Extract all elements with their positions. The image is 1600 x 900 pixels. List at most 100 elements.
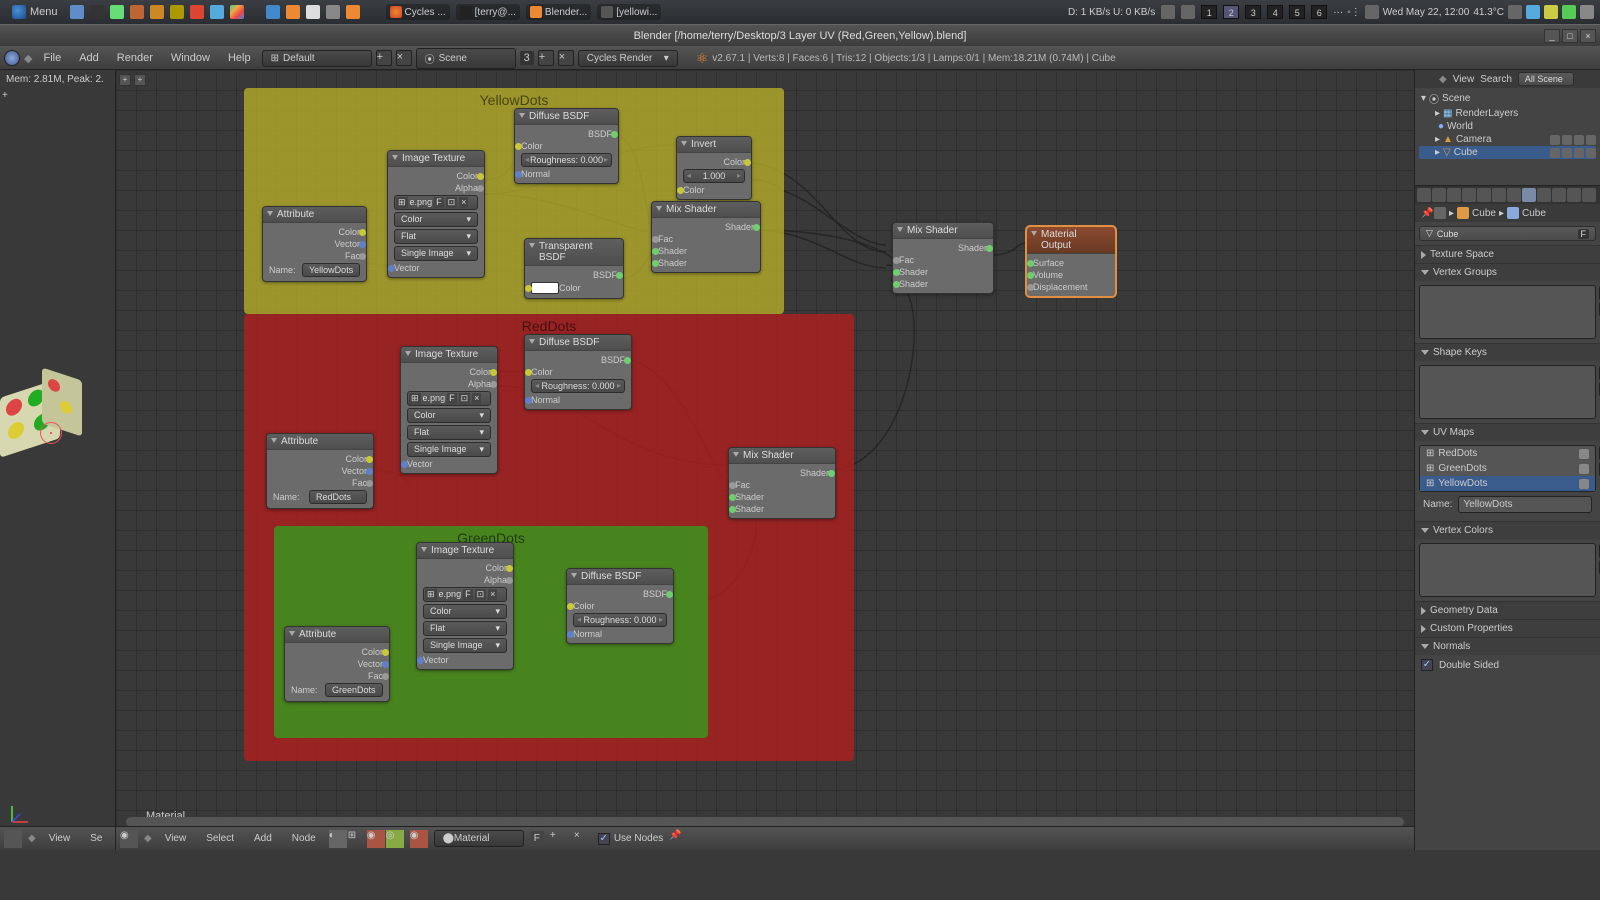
layout-remove[interactable]: ×	[396, 50, 412, 66]
tray-r1[interactable]	[1508, 5, 1522, 19]
workspace-6[interactable]: 6	[1311, 5, 1327, 19]
tray-hw-1[interactable]	[1161, 5, 1175, 19]
3d-viewport[interactable]: Mem: 2.81M, Peak: 2. + (1) Cube	[0, 70, 116, 850]
use-nodes-check[interactable]: ✓Use Nodes	[598, 833, 663, 845]
node-attribute-green[interactable]: Attribute Color Vector Fac Name:GreenDot…	[284, 626, 390, 702]
shape-keys-list[interactable]: +−	[1419, 365, 1596, 419]
tab-object[interactable]	[1477, 188, 1491, 202]
app-icon-5[interactable]	[190, 5, 204, 19]
workspace-4[interactable]: 4	[1267, 5, 1283, 19]
section-texture-space[interactable]: Texture Space	[1415, 246, 1600, 263]
tab-material[interactable]	[1537, 188, 1551, 202]
tab-particles[interactable]	[1567, 188, 1581, 202]
workspace-1[interactable]: 1	[1201, 5, 1217, 19]
crumb-object[interactable]: Cube	[1472, 208, 1496, 219]
pin-icon[interactable]: 📌	[1421, 208, 1431, 218]
roughness-green[interactable]: ◂Roughness: 0.000▸	[573, 613, 667, 627]
app-icon-4[interactable]	[170, 5, 184, 19]
vertex-colors-list[interactable]: +−	[1419, 543, 1596, 597]
outliner-renderlayers[interactable]: ▸▦RenderLayers	[1419, 107, 1596, 120]
tab-physics[interactable]	[1582, 188, 1596, 202]
wifi-icon[interactable]: ◦⋮	[1347, 7, 1361, 18]
pin-button[interactable]: 📌	[669, 830, 687, 848]
outliner-editor-type[interactable]	[1419, 72, 1433, 86]
mat-add[interactable]: +	[550, 830, 568, 848]
menu-window[interactable]: Window	[164, 49, 217, 67]
section-vertex-colors[interactable]: Vertex Colors	[1415, 522, 1600, 539]
tray-r3[interactable]	[1544, 5, 1558, 19]
outliner[interactable]: ▾⦿Scene ▸▦RenderLayers ●World ▸▲Camera ▸…	[1415, 88, 1600, 186]
node-editor-type[interactable]: ◉	[120, 830, 138, 848]
ne-opt-1[interactable]	[693, 830, 711, 848]
workspace-2[interactable]: 2	[1223, 5, 1239, 19]
node-editor[interactable]: + +	[116, 70, 1414, 850]
tab-layers[interactable]	[1432, 188, 1446, 202]
mat-f-button[interactable]: F	[530, 831, 544, 846]
screen-layout-select[interactable]: ⊞Default	[262, 50, 372, 67]
attribute-name-yellow[interactable]: YellowDots	[302, 263, 360, 277]
workspace-5[interactable]: 5	[1289, 5, 1305, 19]
layout-add[interactable]: +	[376, 50, 392, 66]
task-blender[interactable]: Blender...	[526, 4, 591, 20]
uv-map-reddots[interactable]: ⊞RedDots	[1420, 446, 1595, 461]
window-close[interactable]: ×	[1580, 29, 1596, 43]
section-geometry-data[interactable]: Geometry Data	[1415, 602, 1600, 619]
tab-world[interactable]	[1462, 188, 1476, 202]
mesh-name-field[interactable]: ▽CubeF	[1419, 226, 1596, 241]
editor-type-info[interactable]	[4, 50, 20, 66]
uv-maps-list[interactable]: ⊞RedDots ⊞GreenDots ⊞YellowDots +−	[1419, 445, 1596, 492]
frame-yellowdots[interactable]: YellowDots Attribute Color Vector Fac Na…	[244, 88, 784, 314]
material-select[interactable]: ⬤Material	[434, 830, 524, 847]
term-icon[interactable]	[90, 5, 104, 19]
section-shape-keys[interactable]: Shape Keys	[1415, 344, 1600, 361]
double-sided-check[interactable]: ✓Double Sided	[1415, 655, 1600, 675]
tab-data[interactable]	[1522, 188, 1536, 202]
workspace-3[interactable]: 3	[1245, 5, 1261, 19]
tray-r2[interactable]	[1526, 5, 1540, 19]
app-icon-7[interactable]	[230, 5, 244, 19]
render-engine-select[interactable]: Cycles Render▾	[578, 50, 678, 67]
scene-add[interactable]: +	[538, 50, 554, 66]
node-material-output[interactable]: Material Output Surface Volume Displacem…	[1026, 226, 1116, 297]
ne-menu-add[interactable]: Add	[247, 830, 279, 847]
task-image[interactable]: [yellowi...	[597, 4, 661, 20]
viewport-editor-type[interactable]	[4, 830, 22, 848]
ne-opt-3[interactable]	[757, 830, 775, 848]
node-diffuse-red[interactable]: Diffuse BSDF BSDF Color ◂Roughness: 0.00…	[524, 334, 632, 410]
tab-modifiers[interactable]	[1507, 188, 1521, 202]
crumb-data[interactable]: Cube	[1522, 208, 1546, 219]
tray-r5[interactable]	[1580, 5, 1594, 19]
outliner-filter[interactable]: All Scene	[1518, 72, 1574, 86]
menu-render[interactable]: Render	[110, 49, 160, 67]
menu-add[interactable]: Add	[72, 49, 106, 67]
section-custom-props[interactable]: Custom Properties	[1415, 620, 1600, 637]
region-toggle-top[interactable]: +	[2, 90, 8, 101]
outliner-search[interactable]: Search	[1480, 74, 1512, 85]
node-imagetex-red[interactable]: Image Texture Color Alpha ⊞e.pngF⊡× Colo…	[400, 346, 498, 474]
node-imagetex-green[interactable]: Image Texture Color Alpha ⊞e.pngF⊡× Colo…	[416, 542, 514, 670]
window-minimize[interactable]: _	[1544, 29, 1560, 43]
section-uv-maps[interactable]: UV Maps	[1415, 424, 1600, 441]
folder-icon[interactable]	[70, 5, 84, 19]
tray-icon-5[interactable]	[346, 5, 360, 19]
region-plus-left2[interactable]: +	[134, 74, 146, 86]
outliner-cube[interactable]: ▸▽Cube	[1419, 146, 1596, 159]
node-imagetex-yellow[interactable]: Image Texture Color Alpha ⊞e.pngF⊡× Colo…	[387, 150, 485, 278]
task-terminal[interactable]: [terry@...	[456, 4, 520, 20]
vertex-groups-list[interactable]: +−	[1419, 285, 1596, 339]
outliner-view[interactable]: View	[1453, 74, 1475, 85]
invert-fac[interactable]: ◂1.000▸	[683, 169, 745, 183]
tray-icon-1[interactable]	[266, 5, 280, 19]
roughness-yellow[interactable]: ◂Roughness: 0.000▸	[521, 153, 612, 167]
tree-type-comp[interactable]: ⊞	[348, 830, 366, 848]
menu-file[interactable]: File	[36, 49, 68, 67]
app-icon-3[interactable]	[150, 5, 164, 19]
vp-menu-view[interactable]: View	[42, 830, 78, 847]
node-diffuse-yellow[interactable]: Diffuse BSDF BSDF Color ◂Roughness: 0.00…	[514, 108, 619, 184]
tray-icon-3[interactable]	[306, 5, 320, 19]
node-invert[interactable]: Invert Color ◂1.000▸ Color	[676, 136, 752, 200]
attribute-name-green[interactable]: GreenDots	[325, 683, 383, 697]
node-transparent-yellow[interactable]: Transparent BSDF BSDF Color	[524, 238, 624, 299]
imgtex-projection[interactable]: Flat▾	[394, 229, 478, 244]
frame-reddots[interactable]: RedDots Attribute Color Vector Fac Name:…	[244, 314, 854, 761]
